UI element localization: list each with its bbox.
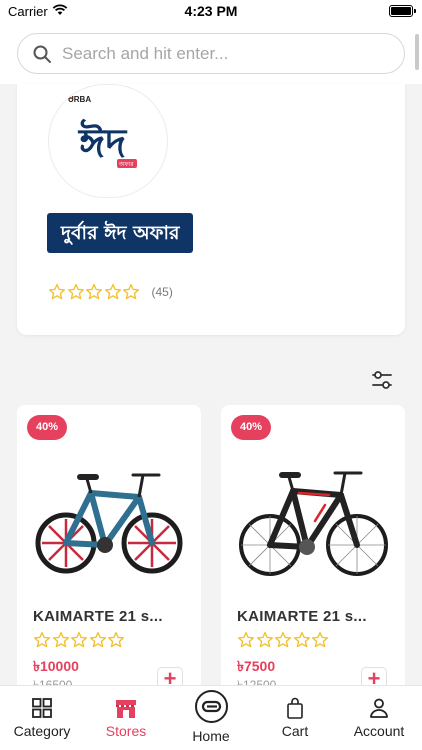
star-icon [70,631,88,648]
tab-label: Account [353,723,405,739]
bicycle-image [239,471,388,576]
status-bar: Carrier 4:23 PM [0,0,422,24]
product-name: KAIMARTE 21 s... [33,608,163,625]
search-icon [33,45,51,63]
star-icon [89,631,106,648]
product-price: ৳10000 [33,658,79,674]
home-logo-icon [195,690,228,723]
search-input[interactable] [62,40,392,68]
store-rating: (45) [48,282,173,302]
store-logo: URBA ঈদ অফার [48,84,168,198]
store-card[interactable]: URBA ঈদ অফার দুর্বার ঈদ অফার (45) [17,84,405,335]
tab-account[interactable]: Account [337,686,421,750]
product-price: ৳7500 [237,658,276,674]
star-icon [237,631,255,648]
star-icon [122,283,140,300]
shopping-bag-icon [287,697,303,719]
battery-icon [389,5,416,17]
star-icon [48,283,66,300]
star-icon [104,283,121,300]
product-name: KAIMARTE 21 s... [237,608,367,625]
star-icon [33,631,51,648]
star-rating [33,631,126,649]
store-logo-tag: অফার [118,161,134,168]
grid-icon [32,698,52,718]
star-rating [237,631,330,649]
filter-icon[interactable] [370,368,394,392]
tab-label: Category [13,723,71,739]
tab-home[interactable]: Home [169,686,253,750]
star-icon [293,631,310,648]
tab-label: Stores [105,723,147,739]
discount-badge: 40% [231,415,271,440]
discount-badge: 40% [27,415,67,440]
tab-stores[interactable]: Stores [84,686,168,750]
bicycle-image [35,473,183,574]
product-card[interactable]: 40% KAIMARTE 21 s... [17,405,201,695]
star-icon [67,283,84,300]
star-rating [48,283,141,301]
star-icon [311,631,329,648]
review-count: (45) [151,285,173,299]
tab-label: Home [192,728,230,744]
star-icon [256,631,273,648]
star-icon [52,631,69,648]
tab-label: Cart [281,723,309,739]
search-bar[interactable] [17,33,405,74]
store-name: দুর্বার ঈদ অফার [47,213,194,253]
tab-category[interactable]: Category [0,686,84,750]
store-icon [116,700,136,718]
star-icon [274,631,292,648]
store-logo-wordmark: URBA [68,95,91,104]
tab-bar: Category Stores Home Cart Account [0,685,422,750]
star-icon [85,283,103,300]
product-card[interactable]: 40% KAIMARTE 21 s... [221,405,405,695]
star-icon [107,631,125,648]
scrollbar[interactable] [415,34,419,70]
user-icon [370,698,388,718]
tab-cart[interactable]: Cart [253,686,337,750]
header [0,24,422,84]
clock: 4:23 PM [184,3,238,19]
